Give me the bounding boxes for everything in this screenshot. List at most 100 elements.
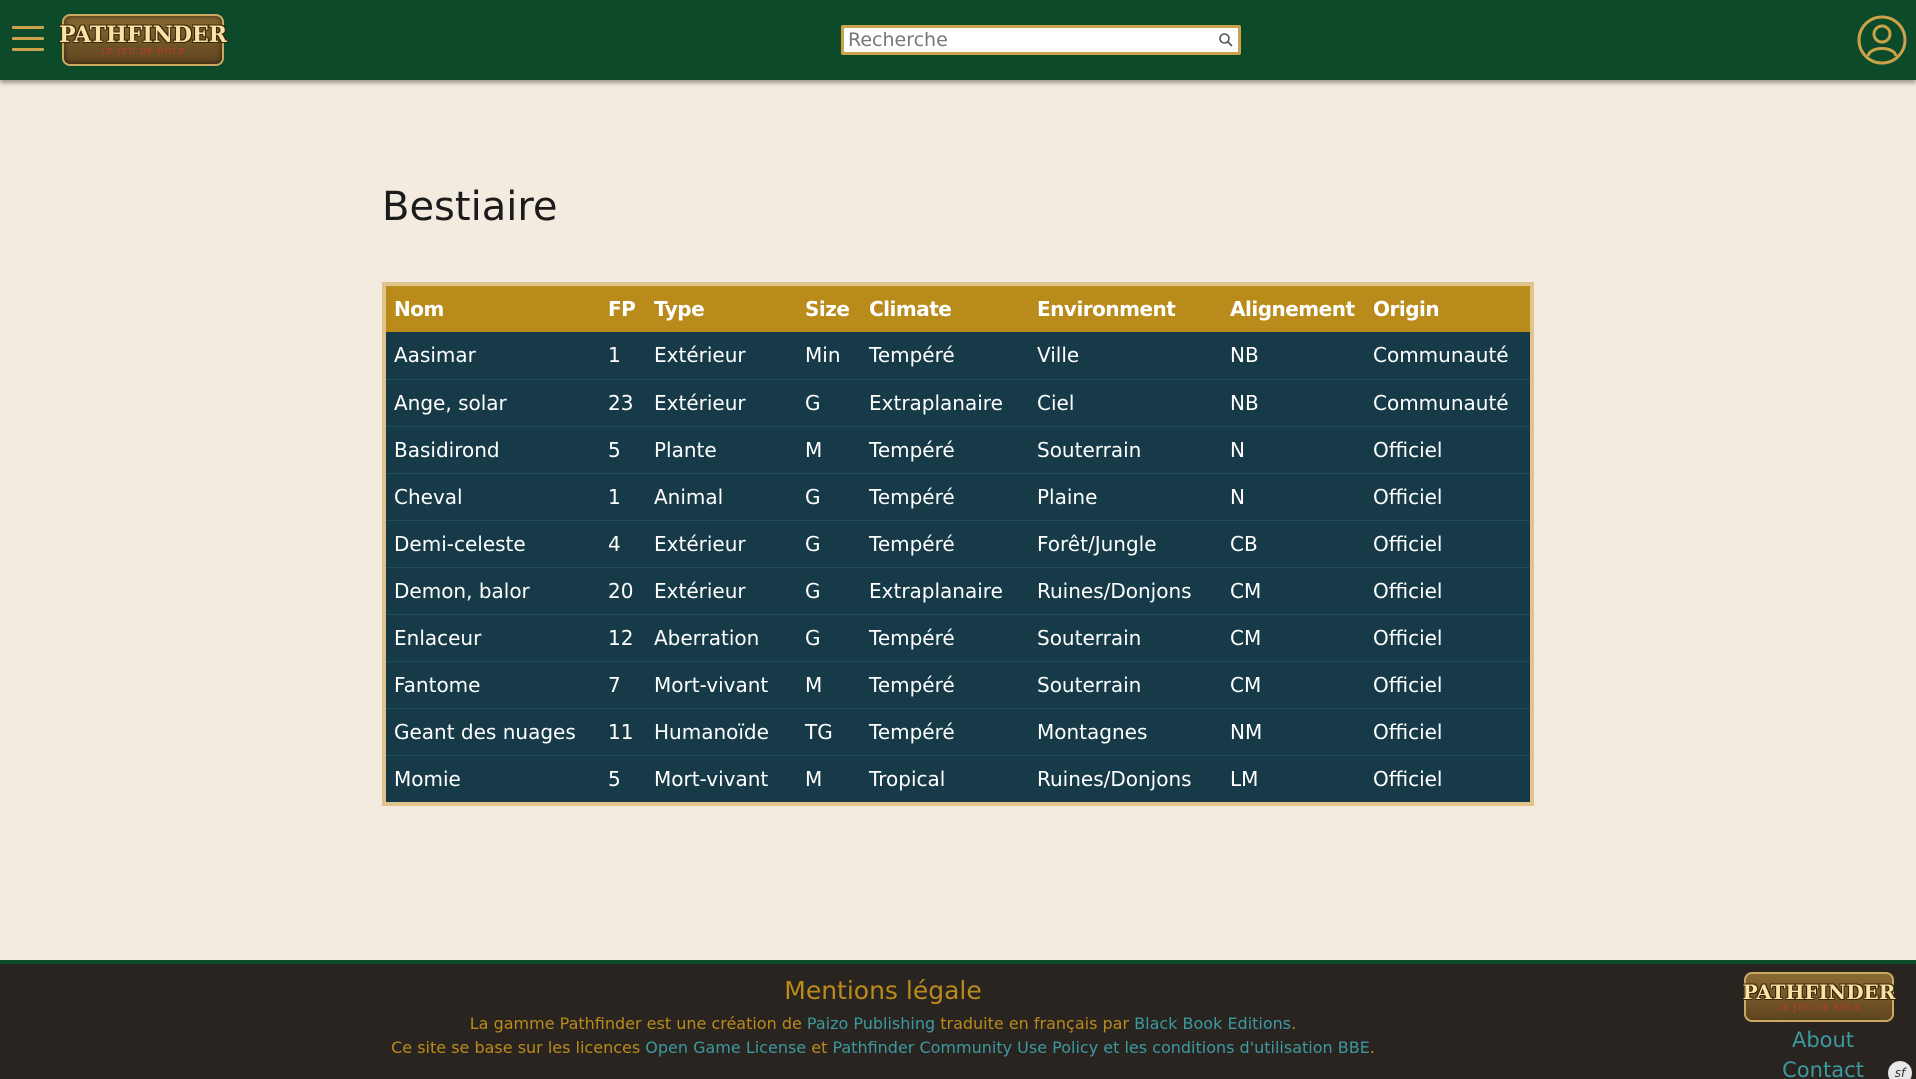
column-header-type[interactable]: Type [646, 286, 797, 332]
bestiary-table-container: Nom FP Type Size Climate Environment Alignemen… [382, 282, 1534, 806]
community-policy-link[interactable]: Pathfinder Community Use Policy et les c… [832, 1038, 1369, 1057]
cell-nom[interactable]: Basidirond [386, 426, 600, 473]
cell-type: Mort-vivant [654, 672, 769, 697]
cell-climate: Tempéré [869, 343, 955, 368]
cell-alignement: N [1230, 484, 1245, 509]
cell-climate: Tropical [869, 766, 946, 791]
cell-nom[interactable]: Cheval [386, 473, 600, 520]
cell-origin: Communauté [1373, 390, 1509, 415]
cell-nom[interactable]: Momie [386, 755, 600, 802]
cell-alignement: N [1230, 437, 1245, 462]
table-row[interactable]: Demon, balor 20 Extérieur G Extraplanaire Rui… [386, 567, 1530, 614]
cell-environment: Souterrain [1037, 437, 1142, 462]
table-row[interactable]: Demi-celeste 4 Extérieur G Tempéré Forêt/Jung… [386, 520, 1530, 567]
cell-size: M [805, 766, 823, 791]
cell-nom[interactable]: Ange, solar [386, 379, 600, 426]
footer-text: traduite en français par [935, 1014, 1135, 1033]
cell-origin: Officiel [1373, 437, 1443, 462]
table-row[interactable]: Ange, solar 23 Extérieur G Extraplanaire Ciel… [386, 379, 1530, 426]
table-row[interactable]: Geant des nuages 11 Humanoïde TG Tempéré Mont… [386, 708, 1530, 755]
cell-origin: Officiel [1373, 625, 1443, 650]
table-header-row: Nom FP Type Size Climate Environment Alignemen… [386, 286, 1530, 332]
cell-environment: Souterrain [1037, 625, 1142, 650]
cell-climate: Tempéré [869, 719, 955, 744]
cell-size: M [805, 672, 823, 697]
hamburger-menu-icon[interactable] [12, 26, 44, 52]
cell-fp: 1 [608, 484, 621, 509]
cell-origin: Communauté [1373, 343, 1509, 368]
cell-type: Humanoïde [654, 719, 769, 744]
cell-origin: Officiel [1373, 531, 1443, 556]
footer: Mentions légale La gamme Pathfinder est … [0, 960, 1916, 1079]
cell-size: G [805, 484, 821, 509]
cell-size: G [805, 531, 821, 556]
about-link[interactable]: About [1760, 1028, 1886, 1052]
ogl-link[interactable]: Open Game License [645, 1038, 806, 1057]
footer-title: Mentions légale [784, 976, 982, 1005]
cell-type: Extérieur [654, 343, 746, 368]
search-input[interactable] [844, 28, 1214, 52]
footer-pathfinder-logo[interactable]: PATHFINDER LE JEU DE RÔLE [1743, 972, 1895, 1022]
column-header-size[interactable]: Size [797, 286, 861, 332]
cell-fp: 1 [608, 343, 621, 368]
footer-credits-line: La gamme Pathfinder est une création de … [0, 1014, 1766, 1033]
cell-fp: 5 [608, 437, 621, 462]
cell-type: Extérieur [654, 390, 746, 415]
cell-fp: 7 [608, 672, 621, 697]
cell-nom[interactable]: Aasimar [386, 332, 600, 379]
cell-environment: Forêt/Jungle [1037, 531, 1157, 556]
page-title: Bestiaire [382, 184, 558, 230]
cell-climate: Tempéré [869, 437, 955, 462]
cell-nom[interactable]: Fantome [386, 661, 600, 708]
cell-environment: Ruines/Donjons [1037, 578, 1192, 603]
cell-type: Mort-vivant [654, 766, 769, 791]
column-header-environment[interactable]: Environment [1029, 286, 1222, 332]
footer-text: La gamme Pathfinder est une création de [469, 1014, 807, 1033]
logo-word: PATHFINDER [58, 22, 228, 48]
cell-climate: Extraplanaire [869, 578, 1003, 603]
user-account-icon[interactable] [1856, 14, 1908, 66]
cell-alignement: LM [1230, 766, 1259, 791]
cell-nom[interactable]: Demi-celeste [386, 520, 600, 567]
column-header-nom[interactable]: Nom [386, 286, 600, 332]
cell-fp: 20 [608, 578, 634, 603]
table-row[interactable]: Enlaceur 12 Aberration G Tempéré Souterrain CM… [386, 614, 1530, 661]
cell-climate: Tempéré [869, 625, 955, 650]
footer-logo-subtitle: LE JEU DE RÔLE [1776, 1003, 1862, 1012]
column-header-origin[interactable]: Origin [1365, 286, 1530, 332]
cell-size: G [805, 578, 821, 603]
column-header-climate[interactable]: Climate [861, 286, 1029, 332]
table-row[interactable]: Basidirond 5 Plante M Tempéré Souterrain N Offi… [386, 426, 1530, 473]
cell-environment: Montagnes [1037, 719, 1148, 744]
search-icon[interactable] [1214, 28, 1238, 52]
column-header-fp[interactable]: FP [600, 286, 646, 332]
table-body: Aasimar 1 Extérieur Min Tempéré Ville NB Commun… [386, 332, 1530, 802]
cell-type: Extérieur [654, 531, 746, 556]
cell-size: G [805, 625, 821, 650]
cell-size: Min [805, 343, 841, 368]
cell-type: Animal [654, 484, 724, 509]
table-row[interactable]: Cheval 1 Animal G Tempéré Plaine N Officiel [386, 473, 1530, 520]
table-row[interactable]: Fantome 7 Mort-vivant M Tempéré Souterrain CM O… [386, 661, 1530, 708]
cell-climate: Extraplanaire [869, 390, 1003, 415]
cell-fp: 11 [608, 719, 634, 744]
cell-climate: Tempéré [869, 531, 955, 556]
cell-type: Extérieur [654, 578, 746, 603]
paizo-link[interactable]: Paizo Publishing [807, 1014, 935, 1033]
cell-nom[interactable]: Demon, balor [386, 567, 600, 614]
cell-nom[interactable]: Geant des nuages [386, 708, 600, 755]
table-row[interactable]: Aasimar 1 Extérieur Min Tempéré Ville NB Commun… [386, 332, 1530, 379]
cell-nom[interactable]: Enlaceur [386, 614, 600, 661]
symfony-debug-badge[interactable]: sf [1888, 1061, 1912, 1079]
bbe-link[interactable]: Black Book Editions [1134, 1014, 1291, 1033]
footer-text: . [1291, 1014, 1297, 1033]
cell-alignement: CM [1230, 672, 1262, 697]
table-row[interactable]: Momie 5 Mort-vivant M Tropical Ruines/Donjons… [386, 755, 1530, 802]
logo-subtitle: LE JEU DE RÔLE [100, 47, 186, 56]
cell-size: G [805, 390, 821, 415]
contact-link[interactable]: Contact [1760, 1058, 1886, 1079]
column-header-alignement[interactable]: Alignement [1222, 286, 1365, 332]
footer-license-line: Ce site se base sur les licences Open Ga… [0, 1038, 1766, 1057]
pathfinder-logo[interactable]: PATHFINDER LE JEU DE RÔLE [58, 14, 228, 66]
cell-alignement: NB [1230, 390, 1259, 415]
